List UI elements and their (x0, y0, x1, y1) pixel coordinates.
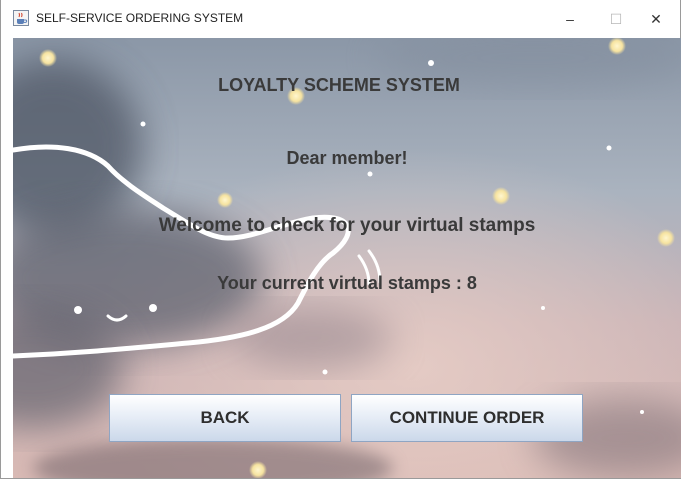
welcome-text: Welcome to check for your virtual stamps (158, 215, 536, 236)
continue-order-button[interactable]: CONTINUE ORDER (351, 394, 583, 442)
java-cup-icon (13, 10, 29, 26)
close-icon: ✕ (650, 10, 662, 27)
back-button-label: BACK (200, 408, 250, 427)
stamp-count-text: Your current virtual stamps : 8 (217, 273, 477, 293)
back-button[interactable]: BACK (109, 394, 341, 442)
close-button[interactable]: ✕ (633, 0, 679, 38)
maximize-icon: ☐ (609, 10, 623, 27)
greeting-text: Dear member! (286, 148, 408, 168)
continue-order-button-label: CONTINUE ORDER (389, 408, 545, 427)
minimize-button[interactable]: – (547, 0, 593, 38)
page-title: LOYALTY SCHEME SYSTEM (218, 75, 460, 95)
window-title: SELF-SERVICE ORDERING SYSTEM (36, 11, 244, 25)
title-bar[interactable]: SELF-SERVICE ORDERING SYSTEM – ☐ ✕ (1, 0, 680, 38)
content-panel: LOYALTY SCHEME SYSTEM Dear member! Welco… (13, 38, 681, 478)
minimize-icon: – (566, 11, 574, 27)
app-window: SELF-SERVICE ORDERING SYSTEM – ☐ ✕ LOYAL… (0, 0, 681, 479)
